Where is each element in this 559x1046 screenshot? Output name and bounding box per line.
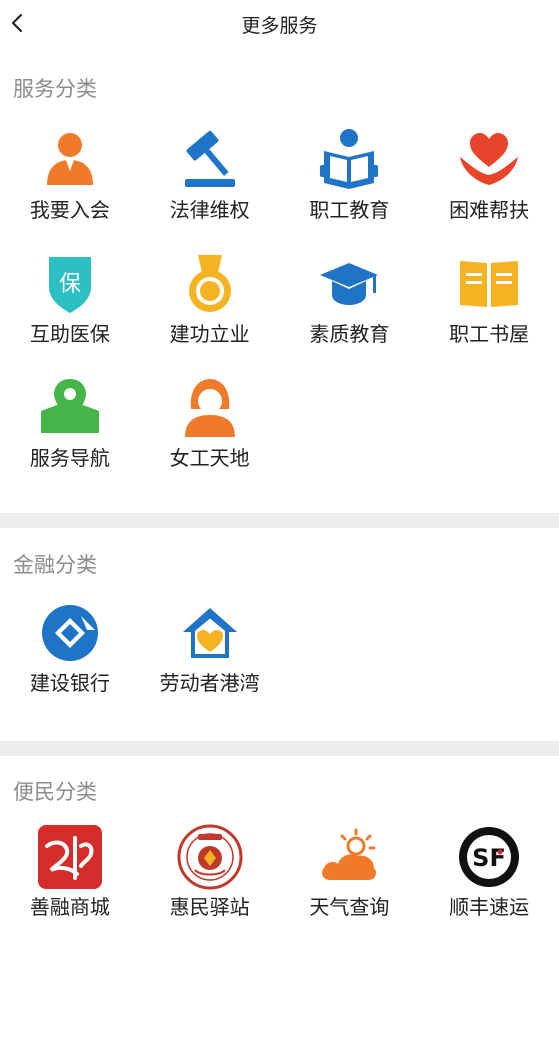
finance-item-worker-harbor[interactable]: 劳动者港湾 — [140, 590, 280, 714]
huimin-station-icon — [177, 824, 243, 890]
section-title: 金融分类 — [13, 553, 97, 577]
svg-text:SF: SF — [472, 844, 506, 872]
convenience-item-weather[interactable]: 天气查询 — [280, 814, 420, 938]
top-bar: 更多服务 — [0, 0, 559, 50]
section-title: 服务分类 — [13, 77, 97, 101]
service-grid: 我要入会 法律维权 职工教育 困难帮扶 保 互助医保 建功立业 素质教育 职工书… — [0, 117, 559, 489]
finance-section: 金融分类 建设银行 劳动者港湾 — [0, 549, 559, 741]
graduation-cap-icon — [316, 251, 382, 317]
convenience-item-label: 顺丰速运 — [449, 895, 530, 919]
section-title: 便民分类 — [13, 780, 97, 804]
finance-grid: 建设银行 劳动者港湾 — [0, 590, 559, 714]
medal-icon — [177, 251, 243, 317]
finance-item-label: 劳动者港湾 — [159, 671, 260, 695]
service-item-join-union[interactable]: 我要入会 — [0, 117, 140, 241]
section-divider — [0, 513, 559, 528]
service-item-quality-education[interactable]: 素质教育 — [280, 241, 420, 365]
convenience-item-label: 善融商城 — [29, 895, 110, 919]
finance-item-ccb[interactable]: 建设银行 — [0, 590, 140, 714]
woman-icon — [177, 375, 243, 441]
convenience-item-huimin-station[interactable]: 惠民驿站 — [140, 814, 280, 938]
service-section: 服务分类 我要入会 法律维权 职工教育 困难帮扶 保 互助医保 建功立业 素质教… — [0, 73, 559, 513]
gavel-icon — [177, 127, 243, 193]
convenience-grid: 善融商城 惠民驿站 天气查询 SF 顺丰速运 — [0, 814, 559, 938]
section-divider — [0, 741, 559, 756]
service-item-label: 职工教育 — [309, 198, 390, 222]
page-title: 更多服务 — [241, 15, 318, 37]
convenience-item-sf-express[interactable]: SF 顺丰速运 — [419, 814, 559, 938]
service-item-label: 困难帮扶 — [449, 198, 530, 222]
service-item-label: 互助医保 — [29, 322, 110, 346]
sf-express-icon: SF — [456, 824, 522, 890]
service-item-label: 我要入会 — [29, 198, 110, 222]
map-pin-icon — [37, 375, 103, 441]
service-item-legal-rights[interactable]: 法律维权 — [140, 117, 280, 241]
worker-harbor-icon — [177, 600, 243, 666]
service-item-navigation[interactable]: 服务导航 — [0, 365, 140, 489]
service-item-label: 法律维权 — [169, 198, 250, 222]
member-icon — [37, 127, 103, 193]
service-item-worker-library[interactable]: 职工书屋 — [419, 241, 559, 365]
svg-text:保: 保 — [59, 272, 81, 297]
convenience-section: 便民分类 善融商城 惠民驿站 天气查询 SF 顺丰速运 — [0, 776, 559, 1046]
heart-hand-icon — [456, 127, 522, 193]
service-item-label: 建功立业 — [169, 322, 250, 346]
reader-icon — [316, 127, 382, 193]
open-book-icon — [456, 251, 522, 317]
weather-icon — [316, 824, 382, 890]
shield-insurance-icon: 保 — [37, 251, 103, 317]
convenience-item-label: 天气查询 — [309, 895, 390, 919]
ccb-bank-icon — [37, 600, 103, 666]
finance-item-label: 建设银行 — [29, 671, 110, 695]
service-item-label: 服务导航 — [29, 446, 110, 470]
shanrong-mall-icon — [37, 824, 103, 890]
service-item-label: 女工天地 — [169, 446, 250, 470]
convenience-item-shanrong-mall[interactable]: 善融商城 — [0, 814, 140, 938]
service-item-achievements[interactable]: 建功立业 — [140, 241, 280, 365]
service-item-women-workers[interactable]: 女工天地 — [140, 365, 280, 489]
service-item-label: 职工书屋 — [449, 322, 530, 346]
service-item-worker-education[interactable]: 职工教育 — [280, 117, 420, 241]
service-item-mutual-insurance[interactable]: 保 互助医保 — [0, 241, 140, 365]
service-item-hardship-aid[interactable]: 困难帮扶 — [419, 117, 559, 241]
service-item-label: 素质教育 — [309, 322, 390, 346]
convenience-item-label: 惠民驿站 — [169, 895, 250, 919]
